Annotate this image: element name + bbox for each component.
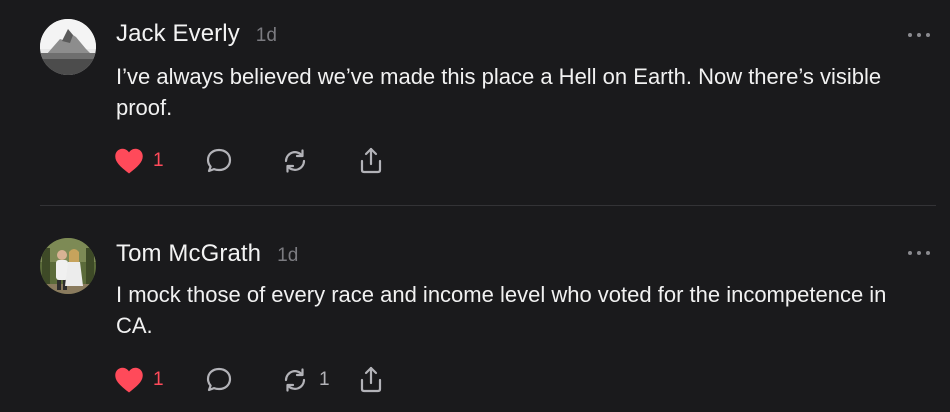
share-icon [360,147,382,174]
couple-photo-avatar-icon [40,238,96,294]
author-name[interactable]: Tom McGrath [116,240,261,268]
share-button[interactable] [356,365,386,395]
reply-post: Tom McGrath 1d I mock those of every rac… [0,206,950,412]
share-icon [360,366,382,393]
more-icon[interactable] [908,248,930,258]
comment-icon [206,148,232,173]
reply-button[interactable] [204,146,234,176]
reply-button[interactable] [204,365,234,395]
comment-icon [206,367,232,392]
share-button[interactable] [356,146,386,176]
heart-icon [115,367,143,393]
volcano-photo-avatar-icon [40,19,96,75]
post-header: Jack Everly 1d [116,20,277,48]
repost-icon [284,149,306,173]
like-count: 1 [153,150,164,171]
timestamp: 1d [277,245,299,266]
reply-post: Jack Everly 1d I’ve always believed we’v… [0,0,950,206]
avatar[interactable] [40,238,96,294]
more-icon[interactable] [908,30,930,40]
author-name[interactable]: Jack Everly [116,20,240,48]
reply-feed: Jack Everly 1d I’ve always believed we’v… [0,0,950,412]
repost-icon [284,368,306,392]
like-count: 1 [153,369,164,390]
repost-count: 1 [319,369,330,390]
timestamp: 1d [255,25,277,46]
avatar[interactable] [40,19,96,75]
post-header: Tom McGrath 1d [116,240,298,268]
heart-icon [115,148,143,174]
repost-button[interactable] [280,146,319,176]
repost-button[interactable]: 1 [280,365,330,395]
post-text: I’ve always believed we’ve made this pla… [116,64,882,120]
like-button[interactable]: 1 [114,365,164,395]
like-button[interactable]: 1 [114,146,164,176]
post-text: I mock those of every race and income le… [116,282,887,338]
